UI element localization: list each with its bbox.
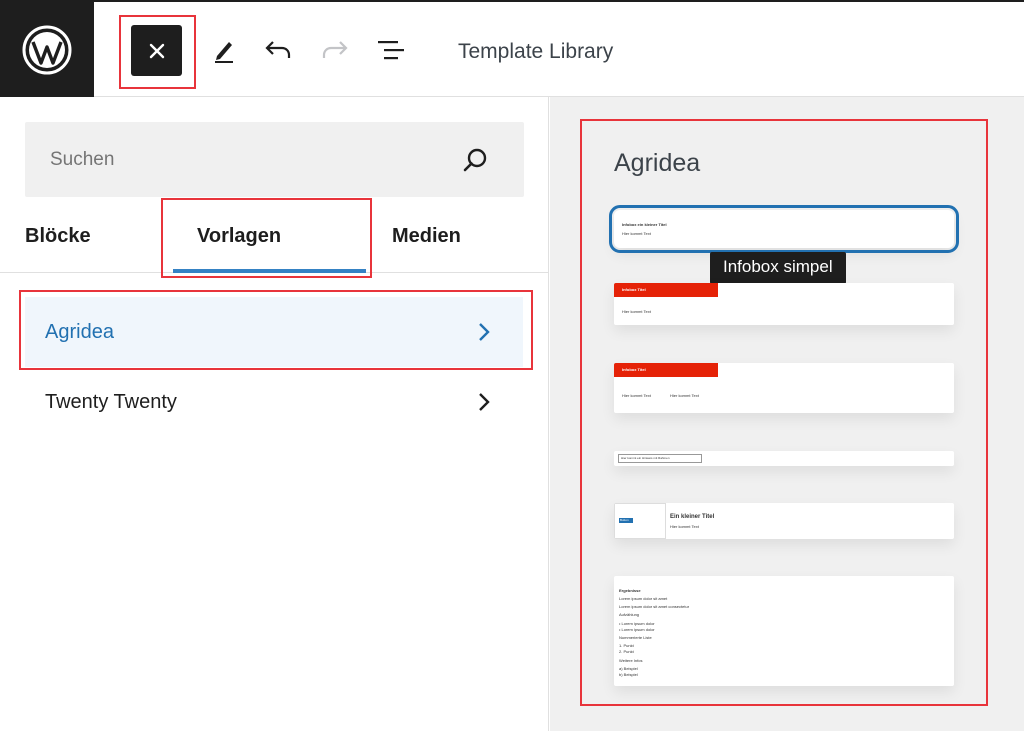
thumb-line: • Lorem ipsum dolor (619, 627, 655, 632)
search-box (25, 122, 524, 197)
thumb-text: Hier kommt Text (670, 524, 699, 529)
thumb-text: Hier kommt Text (622, 309, 651, 314)
thumb-line: 1. Punkt (619, 643, 634, 648)
chevron-right-icon (479, 393, 490, 411)
pencil-icon (215, 42, 233, 63)
thumb-line: Nummerierte Liste (619, 635, 652, 640)
template-thumbnail: Hier kommt ein Hinweis mit Rahmen (614, 451, 718, 466)
edit-button[interactable] (205, 32, 241, 68)
preview-category-title: Agridea (614, 149, 701, 177)
thumb-text: Hier kommt ein Hinweis mit Rahmen (621, 456, 670, 460)
template-card-infobox-simple[interactable]: Infobox ein kleiner Titel Hier kommt Tex… (609, 205, 959, 253)
highlight-close-button (119, 15, 196, 89)
highlight-templates-tab (161, 198, 372, 278)
template-card-infobox-two-columns[interactable]: Infobox Titel Hier kommt Text Hier kommt… (614, 363, 954, 413)
template-thumbnail: Infobox Titel Hier kommt Text Hier kommt… (614, 363, 718, 413)
redo-icon (322, 41, 348, 58)
category-item-twenty-twenty[interactable]: Twenty Twenty (25, 367, 523, 437)
template-thumbnail-image: Button (614, 503, 666, 539)
template-thumbnail: Infobox ein kleiner Titel Hier kommt Tex… (614, 210, 718, 248)
thumb-line: Lorem ipsum dolor sit amet (619, 596, 668, 601)
page-title: Template Library (458, 40, 614, 63)
thumb-line: Weitere Infos (619, 658, 643, 663)
template-preview-panel: Agridea Infobox ein kleiner Titel Hier k… (550, 97, 1024, 731)
thumb-line: Lorem ipsum dolor sit amet consectetur (619, 604, 690, 609)
thumb-line: b) Beispiel (619, 672, 638, 677)
template-card-notice[interactable]: Hier kommt ein Hinweis mit Rahmen (614, 451, 954, 466)
template-thumbnail: Ergebnisse Lorem ipsum dolor sit amet Lo… (614, 576, 718, 686)
thumb-title: Ein kleiner Titel (670, 514, 715, 520)
thumb-title: Infobox Titel (622, 367, 646, 372)
template-card-lists[interactable]: Ergebnisse Lorem ipsum dolor sit amet Lo… (614, 576, 954, 686)
list-view-button[interactable] (373, 32, 409, 68)
thumb-text: Hier kommt Text (670, 393, 699, 398)
thumb-text: Hier kommt Text (622, 393, 651, 398)
thumb-title: Infobox ein kleiner Titel (622, 222, 667, 227)
list-view-icon (378, 41, 404, 60)
highlight-agridea-item (19, 290, 533, 370)
inserter-panel: Blöcke Vorlagen Medien Agridea Twenty Tw… (0, 97, 549, 731)
thumb-line: Aufzählung (619, 612, 640, 617)
tab-blocks[interactable]: Blöcke (25, 225, 91, 248)
template-card-teaser[interactable]: Button Ein kleiner Titel Hier kommt Text (614, 503, 954, 539)
redo-button[interactable] (317, 32, 353, 68)
template-card-infobox-red[interactable]: Infobox Titel Hier kommt Text (614, 283, 954, 325)
undo-icon (265, 41, 291, 58)
search-input[interactable] (25, 122, 465, 197)
thumb-text: Hier kommt Text (622, 231, 651, 236)
thumb-line: 2. Punkt (619, 649, 634, 654)
thumb-line: • Lorem ipsum dolor (619, 621, 655, 626)
wordpress-logo-icon[interactable] (0, 2, 94, 97)
thumb-line: a) Beispiel (619, 666, 638, 671)
editor-toolbar: Template Library (0, 0, 1024, 97)
template-tooltip: Infobox simpel (710, 252, 846, 284)
tab-media[interactable]: Medien (392, 225, 461, 248)
category-label: Twenty Twenty (45, 390, 177, 413)
template-thumbnail: Infobox Titel Hier kommt Text (614, 283, 718, 325)
thumb-title: Ergebnisse (619, 588, 641, 593)
undo-button[interactable] (260, 32, 296, 68)
search-icon[interactable] (462, 147, 488, 173)
thumb-title: Infobox Titel (622, 287, 646, 292)
thumb-button-label: Button (620, 518, 629, 522)
